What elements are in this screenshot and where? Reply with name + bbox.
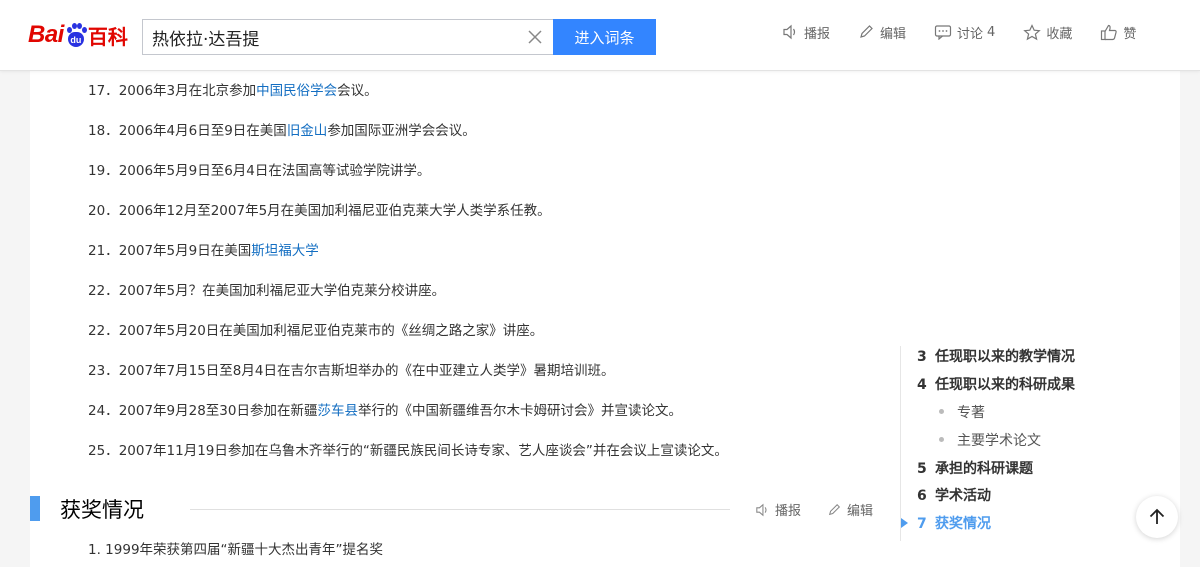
awards-section-header: 获奖情况 播报 编辑 (30, 494, 900, 524)
list-item: 17．2006年3月在北京参加中国民俗学会会议。 (88, 83, 378, 99)
list-item: 21．2007年5月9日在美国斯坦福大学 (88, 243, 319, 259)
star-icon (1023, 23, 1042, 40)
logo-bai-text: Bai (28, 21, 64, 48)
list-item: 19．2006年5月9日至6月4日在法国高等试验学院讲学。 (88, 163, 431, 179)
toc-sub-papers[interactable]: 主要学术论文 (939, 430, 1041, 450)
speaker-icon (756, 503, 767, 516)
list-item: 18．2006年4月6日至9日在美国旧金山参加国际亚洲学会会议。 (88, 123, 476, 139)
section-divider (190, 509, 730, 510)
toc-item-projects[interactable]: 5 承担的科研课题 (917, 458, 1033, 478)
list-item: 20．2006年12月至2007年5月在美国加利福尼亚伯克莱大学人类学系任教。 (88, 203, 551, 219)
discuss-button[interactable]: 讨论 4 (934, 23, 995, 42)
section-title: 获奖情况 (60, 498, 144, 522)
toc-item-research[interactable]: 4 任现职以来的科研成果 (917, 374, 1075, 394)
article-content: 17．2006年3月在北京参加中国民俗学会会议。 18．2006年4月6日至9日… (30, 71, 1180, 567)
list-item: 23．2007年7月15日至8月4日在吉尔吉斯坦举办的《在中亚建立人类学》暑期培… (88, 363, 615, 379)
search-input[interactable] (143, 20, 513, 54)
broadcast-button[interactable]: 播报 (782, 23, 830, 42)
section-broadcast-button[interactable]: 播报 (755, 500, 801, 519)
like-button[interactable]: 赞 (1100, 23, 1136, 42)
edit-label: 编辑 (880, 26, 907, 42)
comment-icon (934, 25, 952, 40)
back-to-top-button[interactable] (1136, 496, 1178, 538)
toc-item-academic[interactable]: 6 学术活动 (917, 485, 991, 505)
toc-item-teaching[interactable]: 3 任现职以来的教学情况 (917, 346, 1075, 366)
link-shache-county[interactable]: 莎车县 (318, 403, 359, 419)
top-header: Bai du 百科 进入词条 播报 编辑 讨论 4 (0, 0, 1200, 71)
logo-baike-text: 百科 (87, 24, 128, 49)
speaker-icon (783, 24, 796, 40)
list-item: 22．2007年5月20日在美国加利福尼亚伯克莱市的《丝绸之路之家》讲座。 (88, 323, 544, 339)
toc-sub-monographs[interactable]: 专著 (939, 402, 985, 422)
list-item: 25．2007年11月19日参加在乌鲁木齐举行的“新疆民族民间长诗专家、艺人座谈… (88, 443, 728, 459)
pencil-icon (828, 503, 841, 515)
list-item: 22．2007年5月？在美国加利福尼亚大学伯克莱分校讲座。 (88, 283, 446, 299)
broadcast-label: 播报 (804, 26, 831, 42)
favorite-button[interactable]: 收藏 (1023, 23, 1072, 42)
search-box (142, 19, 554, 55)
award-item: 1. 1999年荣获第四届“新疆十大杰出青年”提名奖 (88, 542, 384, 558)
link-stanford[interactable]: 斯坦福大学 (251, 243, 319, 259)
discuss-label: 讨论 (957, 26, 984, 42)
table-of-contents: 3 任现职以来的教学情况 4 任现职以来的科研成果 专著 主要学术论文 5 承担的科研… (900, 346, 1100, 541)
pencil-icon (860, 25, 873, 38)
section-accent-bar (30, 496, 40, 521)
toc-item-awards[interactable]: 7 获奖情况 (917, 513, 991, 533)
clear-icon[interactable] (526, 28, 544, 46)
discuss-count: 4 (987, 24, 996, 40)
edit-button[interactable]: 编辑 (858, 23, 906, 42)
favorite-label: 收藏 (1046, 26, 1073, 42)
header-toolbar: 播报 编辑 讨论 4 收藏 赞 (782, 22, 1136, 42)
thumbs-up-icon (1101, 24, 1118, 40)
link-san-francisco[interactable]: 旧金山 (287, 123, 328, 139)
section-edit-button[interactable]: 编辑 (827, 500, 873, 519)
link-folklore-society[interactable]: 中国民俗学会 (256, 83, 337, 99)
baidu-baike-logo[interactable]: Bai du 百科 (28, 16, 128, 54)
arrow-up-icon (1149, 508, 1165, 524)
toc-active-arrow-icon (901, 518, 908, 528)
like-label: 赞 (1123, 26, 1137, 42)
paw-icon: du (65, 23, 87, 47)
enter-entry-button[interactable]: 进入词条 (553, 19, 656, 55)
list-item: 24．2007年9月28至30日参加在新疆莎车县举行的《中国新疆维吾尔木卡姆研讨… (88, 403, 682, 419)
